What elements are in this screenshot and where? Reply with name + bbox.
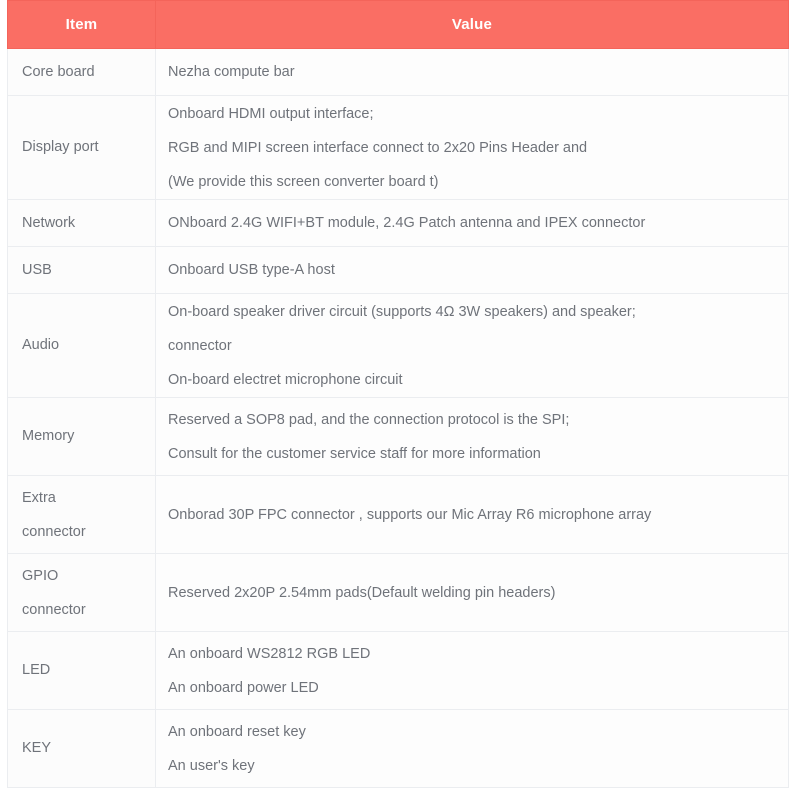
table-row: Network ONboard 2.4G WIFI+BT module, 2.4G… — [7, 199, 789, 247]
cell-value-line: Nezha compute bar — [168, 63, 295, 80]
cell-item: KEY — [7, 709, 156, 788]
cell-value: Reserved 2x20P 2.54mm pads(Default weldi… — [155, 553, 789, 632]
cell-value-line: Onboard USB type-A host — [168, 261, 335, 278]
cell-value-line: Reserved 2x20P 2.54mm pads(Default weldi… — [168, 584, 556, 601]
cell-item-line: Extra — [22, 489, 56, 506]
table-row: Extra connector Onborad 30P FPC connector … — [7, 475, 789, 554]
cell-value: An onboard WS2812 RGB LED An onboard powe… — [155, 631, 789, 710]
cell-value-line: On-board speaker driver circuit (support… — [168, 303, 636, 320]
cell-item-line: connector — [22, 523, 86, 540]
cell-value-line: connector — [168, 337, 232, 354]
table-row: Display port Onboard HDMI output interfac… — [7, 95, 789, 200]
cell-value-line: Consult for the customer service staff f… — [168, 445, 541, 462]
cell-value-line: An onboard WS2812 RGB LED — [168, 645, 371, 662]
cell-value: Reserved a SOP8 pad, and the connection … — [155, 397, 789, 476]
cell-item: Network — [7, 199, 156, 247]
cell-item-line: Network — [22, 214, 76, 231]
cell-item-line: Display port — [22, 139, 99, 155]
specification-table: Item Value Core board Nezha compute bar Di… — [7, 0, 789, 788]
cell-value-line: Reserved a SOP8 pad, and the connection … — [168, 411, 570, 428]
cell-value: An onboard reset key An user's key — [155, 709, 789, 788]
cell-value: ONboard 2.4G WIFI+BT module, 2.4G Patch … — [155, 199, 789, 247]
cell-item-line: Memory — [22, 428, 75, 444]
cell-item-line: LED — [22, 662, 51, 678]
cell-item-line: GPIO — [22, 567, 59, 584]
cell-value: Onboard USB type-A host — [155, 246, 789, 294]
cell-value: Onboard HDMI output interface; RGB and MI… — [155, 95, 789, 200]
cell-item-line: KEY — [22, 740, 52, 756]
cell-value-line: (We provide this screen converter board … — [168, 173, 439, 190]
cell-item: Audio — [7, 293, 156, 398]
cell-item-line: Audio — [22, 337, 60, 353]
cell-item: GPIO connector — [7, 553, 156, 632]
column-header-item: Item — [7, 0, 156, 49]
cell-item-line: USB — [22, 261, 52, 278]
cell-value-line: An user's key — [168, 757, 255, 774]
cell-value: Onborad 30P FPC connector , supports our… — [155, 475, 789, 554]
cell-item-line: Core board — [22, 63, 95, 80]
table-body: Core board Nezha compute bar Display port O… — [7, 48, 789, 788]
table-row: GPIO connector Reserved 2x20P 2.54mm pads(… — [7, 553, 789, 632]
table-row: Core board Nezha compute bar — [7, 48, 789, 96]
cell-value-line: RGB and MIPI screen interface connect to… — [168, 139, 588, 156]
cell-item: Display port — [7, 95, 156, 200]
cell-item-line: connector — [22, 601, 86, 618]
table-row: USB Onboard USB type-A host — [7, 246, 789, 294]
table-row: Memory Reserved a SOP8 pad, and the conne… — [7, 397, 789, 476]
cell-item: Core board — [7, 48, 156, 96]
cell-value-line: An onboard power LED — [168, 679, 319, 696]
cell-value-line: ONboard 2.4G WIFI+BT module, 2.4G Patch … — [168, 214, 646, 231]
cell-value-line: Onboard HDMI output interface; — [168, 105, 374, 122]
cell-value: On-board speaker driver circuit (support… — [155, 293, 789, 398]
cell-item: Memory — [7, 397, 156, 476]
table-row: KEY An onboard reset key An user's key — [7, 709, 789, 788]
cell-item: LED — [7, 631, 156, 710]
cell-value-line: An onboard reset key — [168, 723, 306, 740]
cell-item: Extra connector — [7, 475, 156, 554]
table-row: LED An onboard WS2812 RGB LED An onboard p… — [7, 631, 789, 710]
table-header: Item Value — [7, 0, 789, 49]
specification-table-container: Item Value Core board Nezha compute bar Di… — [7, 0, 789, 788]
table-row: Audio On-board speaker driver circuit (su… — [7, 293, 789, 398]
cell-value: Nezha compute bar — [155, 48, 789, 96]
cell-value-line: On-board electret microphone circuit — [168, 371, 403, 388]
column-header-value: Value — [155, 0, 789, 49]
cell-item: USB — [7, 246, 156, 294]
cell-value-line: Onborad 30P FPC connector , supports our… — [168, 506, 652, 523]
table-header-row: Item Value — [7, 0, 789, 49]
